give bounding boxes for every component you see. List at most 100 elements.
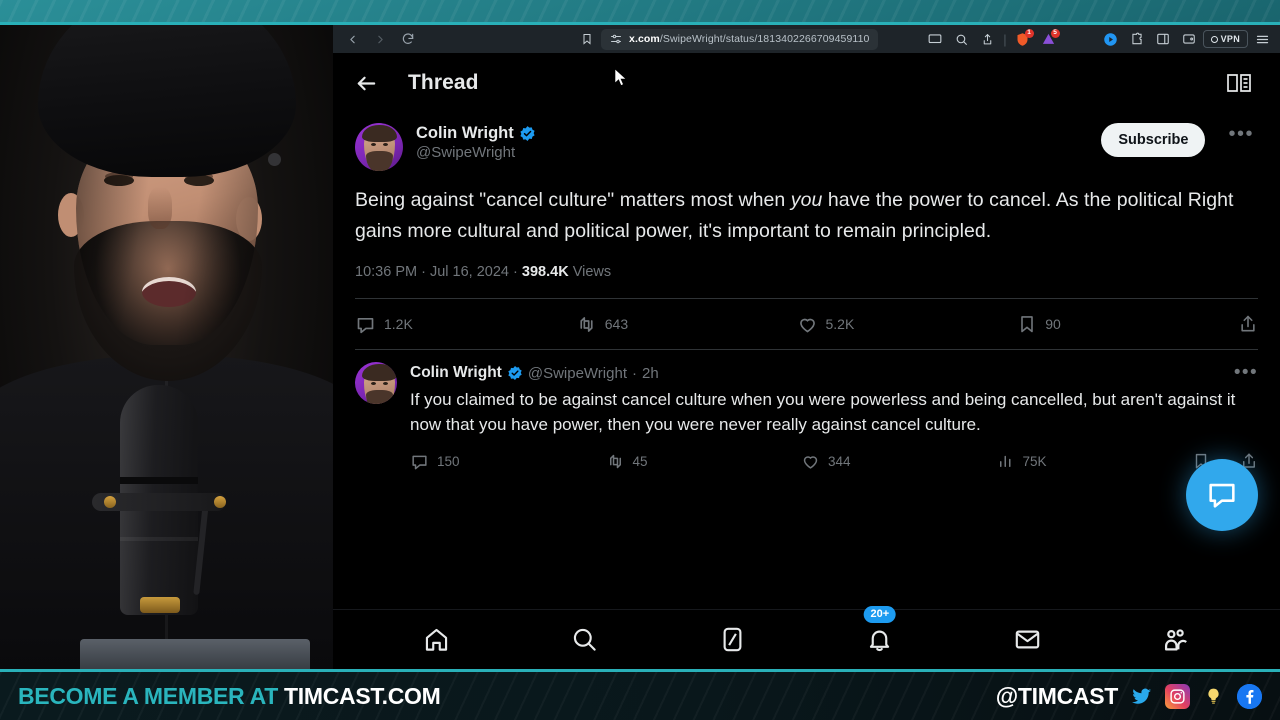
reload-icon[interactable]	[395, 28, 421, 50]
url-text: x.com/SwipeWright/status/181340226670945…	[629, 33, 869, 45]
retweet-action[interactable]: 45	[606, 452, 802, 471]
bottom-navigation: 20+	[333, 606, 1280, 669]
retweet-action[interactable]: 643	[576, 314, 797, 335]
views-action[interactable]: 75K	[997, 452, 1193, 470]
brave-shields-badge: 1	[1024, 29, 1034, 38]
page-title: Thread	[408, 71, 479, 94]
subscribe-button[interactable]: Subscribe	[1101, 123, 1206, 157]
reply-sep: ·	[632, 364, 637, 382]
display-name[interactable]: Colin Wright	[416, 124, 514, 143]
verified-badge-icon	[507, 365, 523, 381]
reply-tweet-actions: 150 45 344 75K	[410, 439, 1258, 483]
bookmark-icon[interactable]	[575, 28, 599, 50]
reply-tweet: Colin Wright @SwipeWright · 2h ••• If yo…	[355, 350, 1258, 483]
desk	[80, 639, 310, 669]
reader-mode-icon[interactable]	[1226, 72, 1252, 99]
tweet-date: Jul 16, 2024	[429, 264, 509, 280]
facebook-icon[interactable]	[1237, 683, 1262, 709]
retweet-count: 643	[604, 316, 629, 332]
notification-bell-badge: 5	[1050, 29, 1060, 38]
reply-action[interactable]: 1.2K	[355, 314, 576, 335]
like-action[interactable]: 344	[801, 452, 997, 471]
membership-cta: BECOME A MEMBER AT TIMCAST.COM	[18, 683, 441, 710]
share-icon[interactable]	[975, 28, 999, 50]
nav-home[interactable]	[423, 626, 450, 653]
chat-bubble-fab[interactable]	[1186, 459, 1258, 531]
back-arrow-icon[interactable]	[355, 72, 378, 95]
meta-sep-2: ·	[513, 264, 518, 280]
reply-action[interactable]: 150	[410, 452, 606, 471]
sidebar-panel-icon[interactable]	[1151, 28, 1175, 50]
microphone-screw-left	[104, 496, 116, 508]
player-icon[interactable]	[1099, 28, 1123, 50]
microphone-base	[140, 597, 180, 613]
browser-window: x.com/SwipeWright/status/181340226670945…	[333, 25, 1280, 669]
reply-count: 150	[437, 453, 460, 469]
brave-shields-icon[interactable]: 1	[1011, 28, 1035, 50]
like-action[interactable]: 5.2K	[797, 314, 1018, 335]
tweet-more-menu-icon[interactable]: •••	[1218, 123, 1258, 154]
tweet-actions: 1.2K 643 5.2K 90	[355, 299, 1258, 349]
views-count: 75K	[1022, 453, 1047, 469]
host-beanie	[38, 25, 296, 177]
vpn-button[interactable]: VPN	[1202, 30, 1248, 48]
social-links: @TIMCAST	[996, 683, 1262, 710]
microphone-screw-right	[214, 496, 226, 508]
views-count: 398.4K	[521, 264, 569, 280]
address-bar[interactable]: x.com/SwipeWright/status/181340226670945…	[601, 28, 879, 50]
split-screen-icon[interactable]	[923, 28, 947, 50]
hamburger-menu-icon[interactable]	[1250, 28, 1274, 50]
thread-header: Thread	[333, 53, 1280, 113]
meta-sep-1: ·	[421, 264, 426, 280]
x-app: Thread Colin Wright @SwipeWright Subscri…	[333, 53, 1280, 669]
extensions-puzzle-icon[interactable]	[1125, 28, 1149, 50]
notification-bell-icon[interactable]: 5	[1037, 28, 1061, 50]
vpn-status-dot	[1210, 35, 1218, 43]
bookmark-count: 90	[1045, 316, 1061, 332]
microphone-band	[120, 537, 198, 541]
thread-feed: Colin Wright @SwipeWright Subscribe ••• …	[333, 113, 1280, 609]
nav-communities[interactable]	[1162, 626, 1190, 654]
beanie-logo	[268, 153, 281, 166]
avatar[interactable]	[355, 362, 397, 404]
site-settings-icon[interactable]	[610, 33, 622, 45]
url-host: x.com	[629, 33, 660, 45]
twitter-icon[interactable]	[1129, 684, 1154, 709]
host-webcam-video	[0, 25, 333, 669]
nav-grok[interactable]	[719, 626, 746, 653]
tweet-more-menu-icon[interactable]: •••	[1234, 362, 1258, 384]
like-count: 344	[828, 453, 851, 469]
nav-search[interactable]	[571, 626, 598, 653]
reply-count: 1.2K	[384, 316, 413, 332]
main-tweet: Colin Wright @SwipeWright Subscribe ••• …	[355, 113, 1258, 350]
microphone-ring	[120, 477, 198, 484]
instagram-icon[interactable]	[1165, 683, 1190, 709]
tweet-text-part1: Being against "cancel culture" matters m…	[355, 189, 791, 211]
views-label: Views	[572, 264, 612, 280]
tweet-text: If you claimed to be against cancel cult…	[410, 390, 1236, 434]
url-path: /SwipeWright/status/1813402266709459110	[659, 33, 870, 45]
browser-toolbar: x.com/SwipeWright/status/181340226670945…	[333, 25, 1280, 53]
tweet-time: 10:36 PM	[355, 264, 418, 280]
bookmark-action[interactable]: 90	[1017, 314, 1238, 334]
mouse-cursor	[614, 68, 628, 92]
display-name[interactable]: Colin Wright	[410, 364, 502, 382]
user-handle[interactable]: @SwipeWright	[416, 144, 1088, 161]
tweet-metadata: 10:36 PM · Jul 16, 2024 · 398.4K Views	[355, 264, 1258, 280]
notifications-badge: 20+	[863, 606, 897, 624]
tweet-text: Being against "cancel culture" matters m…	[355, 185, 1258, 247]
nav-notifications[interactable]: 20+	[863, 606, 897, 653]
avatar[interactable]	[355, 123, 403, 171]
timcast-handle: @TIMCAST	[995, 682, 1119, 709]
reply-timestamp: 2h	[642, 364, 659, 382]
zoom-search-icon[interactable]	[949, 28, 973, 50]
share-action[interactable]	[1238, 314, 1258, 334]
wallet-icon[interactable]	[1177, 28, 1201, 50]
forward-arrow-icon[interactable]	[367, 28, 393, 50]
timcast-banner: BECOME A MEMBER AT TIMCAST.COM @TIMCAST	[0, 672, 1280, 720]
back-arrow-icon[interactable]	[339, 28, 365, 50]
user-handle[interactable]: @SwipeWright	[528, 365, 627, 382]
retweet-count: 45	[632, 453, 648, 469]
nav-messages[interactable]	[1014, 626, 1041, 653]
minds-bulb-icon[interactable]	[1201, 684, 1226, 709]
